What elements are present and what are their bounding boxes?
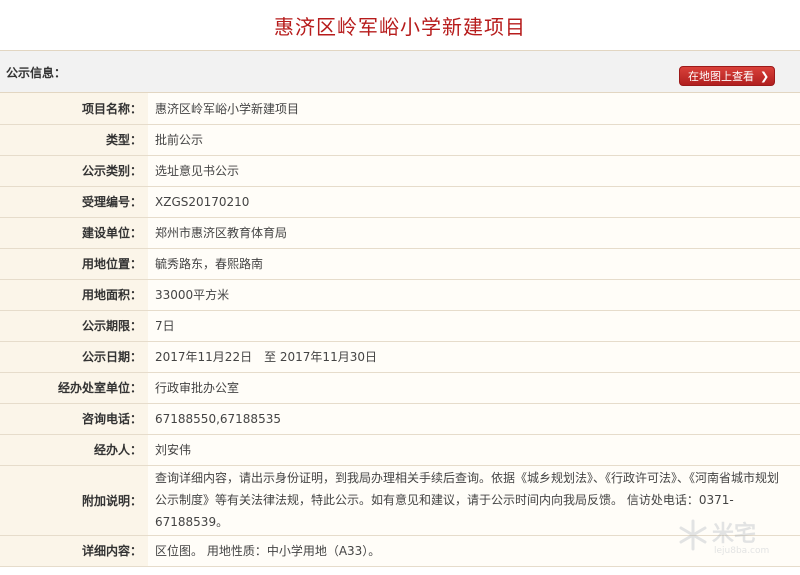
field-value: 郑州市惠济区教育体育局 — [148, 217, 800, 249]
field-label: 项目名称： — [0, 93, 148, 125]
field-value: 查询详细内容，请出示身份证明，到我局办理相关手续后查询。依据《城乡规划法》、《行… — [148, 465, 800, 536]
table-row: 建设单位： 郑州市惠济区教育体育局 — [0, 217, 800, 249]
field-label: 建设单位： — [0, 217, 148, 249]
table-row: 类型： 批前公示 — [0, 124, 800, 156]
table-row: 项目名称： 惠济区岭军峪小学新建项目 — [0, 93, 800, 125]
table-row: 受理编号： XZGS20170210 — [0, 186, 800, 218]
table-row: 公示类别： 选址意见书公示 — [0, 155, 800, 187]
project-info-table: 项目名称： 惠济区岭军峪小学新建项目 类型： 批前公示 公示类别： 选址意见书公… — [0, 93, 800, 567]
field-value: 7日 — [148, 310, 800, 342]
field-value: 33000平方米 — [148, 279, 800, 311]
table-row: 公示日期： 2017年11月22日 至 2017年11月30日 — [0, 341, 800, 373]
field-label: 用地位置： — [0, 248, 148, 280]
field-value: 选址意见书公示 — [148, 155, 800, 187]
table-row: 用地位置： 毓秀路东，春熙路南 — [0, 248, 800, 280]
table-row: 附加说明： 查询详细内容，请出示身份证明，到我局办理相关手续后查询。依据《城乡规… — [0, 465, 800, 536]
table-row: 咨询电话： 67188550,67188535 — [0, 403, 800, 435]
field-label: 用地面积： — [0, 279, 148, 311]
field-label: 经办人： — [0, 434, 148, 466]
table-row: 经办人： 刘安伟 — [0, 434, 800, 466]
chevron-right-icon: ❯ — [760, 69, 770, 83]
view-on-map-label: 在地图上查看 — [688, 70, 754, 83]
view-on-map-button[interactable]: 在地图上查看 ❯ — [679, 66, 775, 86]
field-label: 咨询电话： — [0, 403, 148, 435]
field-value: 毓秀路东，春熙路南 — [148, 248, 800, 280]
notice-label: 公示信息： — [6, 66, 67, 80]
field-label: 详细内容： — [0, 535, 148, 567]
field-label: 经办处室单位： — [0, 372, 148, 404]
table-row: 详细内容： 区位图。 用地性质：中小学用地（A33）。 — [0, 535, 800, 567]
page-title: 惠济区岭军峪小学新建项目 — [274, 14, 526, 39]
page-header: 惠济区岭军峪小学新建项目 — [0, 0, 800, 51]
field-value: XZGS20170210 — [148, 186, 800, 218]
field-label: 类型： — [0, 124, 148, 156]
field-value: 行政审批办公室 — [148, 372, 800, 404]
field-value: 刘安伟 — [148, 434, 800, 466]
field-value: 2017年11月22日 至 2017年11月30日 — [148, 341, 800, 373]
field-label: 附加说明： — [0, 465, 148, 536]
notice-header: 公示信息： 在地图上查看 ❯ — [0, 51, 800, 93]
field-label: 受理编号： — [0, 186, 148, 218]
table-row: 经办处室单位： 行政审批办公室 — [0, 372, 800, 404]
field-label: 公示日期： — [0, 341, 148, 373]
field-label: 公示期限： — [0, 310, 148, 342]
field-value: 区位图。 用地性质：中小学用地（A33）。 — [148, 535, 800, 567]
table-row: 用地面积： 33000平方米 — [0, 279, 800, 311]
field-value: 惠济区岭军峪小学新建项目 — [148, 93, 800, 125]
table-row: 公示期限： 7日 — [0, 310, 800, 342]
field-label: 公示类别： — [0, 155, 148, 187]
field-value: 批前公示 — [148, 124, 800, 156]
field-value: 67188550,67188535 — [148, 403, 800, 435]
